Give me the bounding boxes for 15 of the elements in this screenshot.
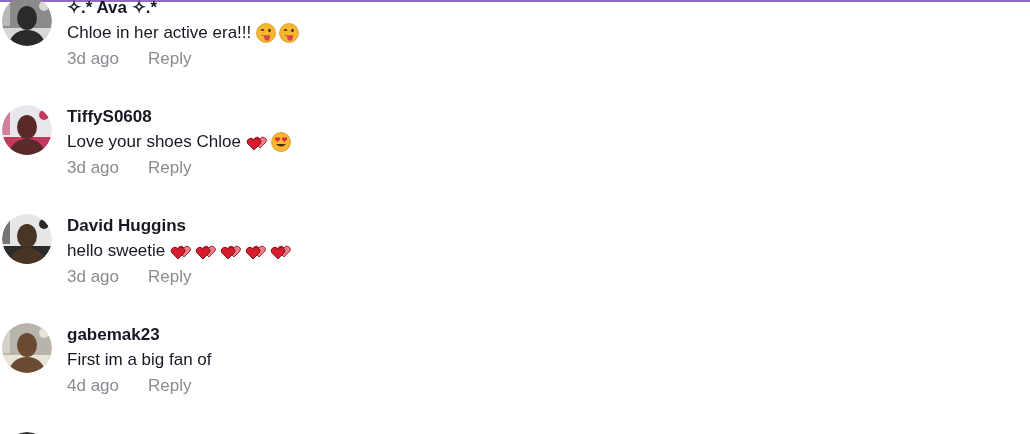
comment-text: Chloe in her active era!!! [67,22,252,44]
winking-tongue-face-icon [279,23,300,43]
winking-tongue-face-icon [256,23,277,43]
username[interactable]: David Huggins [67,214,293,238]
comment-text: First im a big fan of [67,349,212,371]
comment-text: Love your shoes Chloe [67,131,241,153]
heart-eyes-face-icon [270,132,291,152]
username[interactable]: ✧.* Ava ✧.* [67,0,300,20]
timestamp: 4d ago [67,375,119,397]
comment-text: hello sweetie [67,240,166,262]
timestamp: 3d ago [67,48,119,70]
username[interactable]: TiffyS0608 [67,105,291,129]
timestamp: 3d ago [67,157,119,179]
timestamp: 3d ago [67,266,119,288]
username[interactable]: gabemak23 [67,323,214,347]
